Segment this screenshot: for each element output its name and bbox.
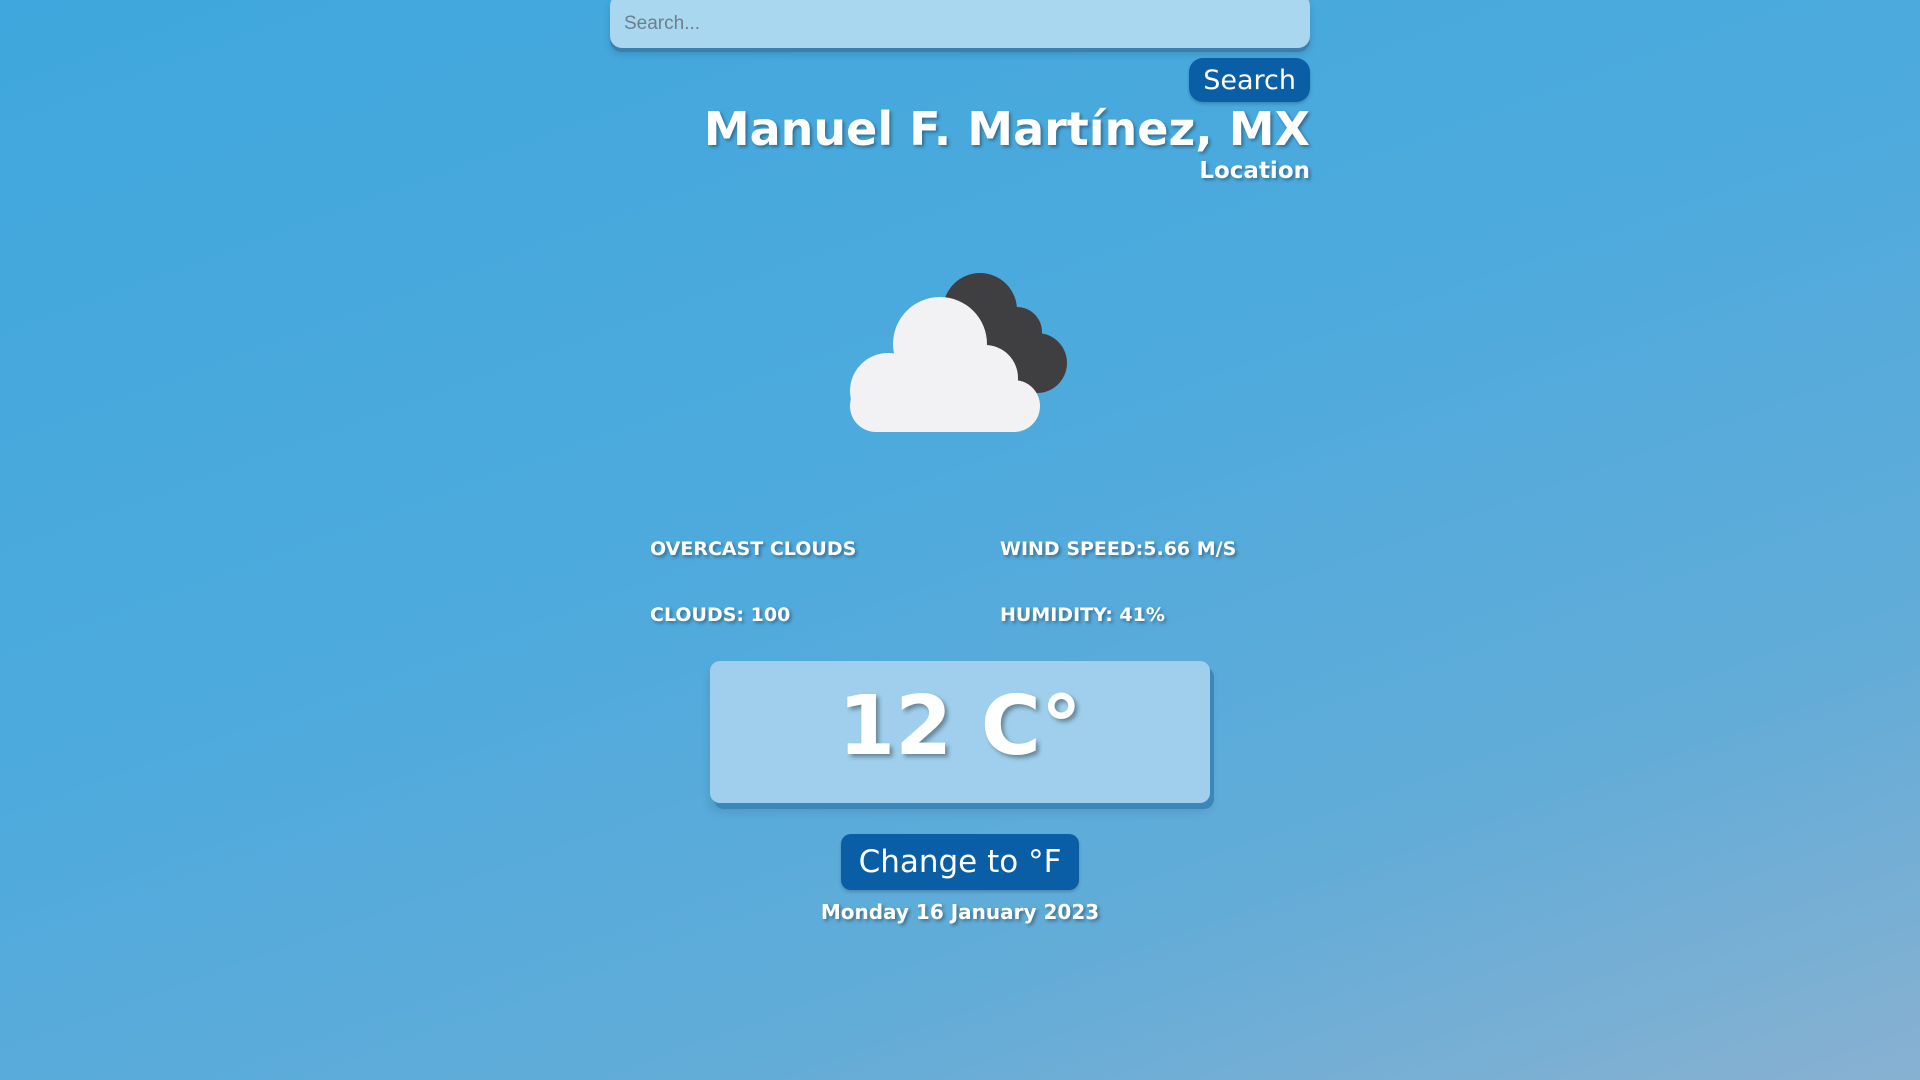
cloud-icon (850, 273, 1067, 432)
weather-description: OVERCAST CLOUDS (650, 538, 857, 560)
humidity-value: HUMIDITY: 41% (1000, 604, 1165, 626)
weather-details: OVERCAST CLOUDS WIND SPEED:5.66 M/S CLOU… (650, 538, 1250, 638)
search-button[interactable]: Search (1189, 58, 1310, 102)
change-unit-button[interactable]: Change to °F (841, 834, 1079, 890)
current-date: Monday 16 January 2023 (820, 900, 1100, 924)
location-name: Manuel F. Martínez, MX (703, 102, 1310, 156)
temperature-value: 12 C° (838, 679, 1082, 774)
wind-speed: WIND SPEED:5.66 M/S (1000, 538, 1237, 560)
weather-app: Search Manuel F. Martínez, MX Location O… (610, 0, 1310, 1080)
location-label: Location (1199, 158, 1310, 184)
search-input[interactable] (610, 0, 1310, 48)
clouds-value: CLOUDS: 100 (650, 604, 791, 626)
temperature-card: 12 C° (710, 661, 1210, 803)
